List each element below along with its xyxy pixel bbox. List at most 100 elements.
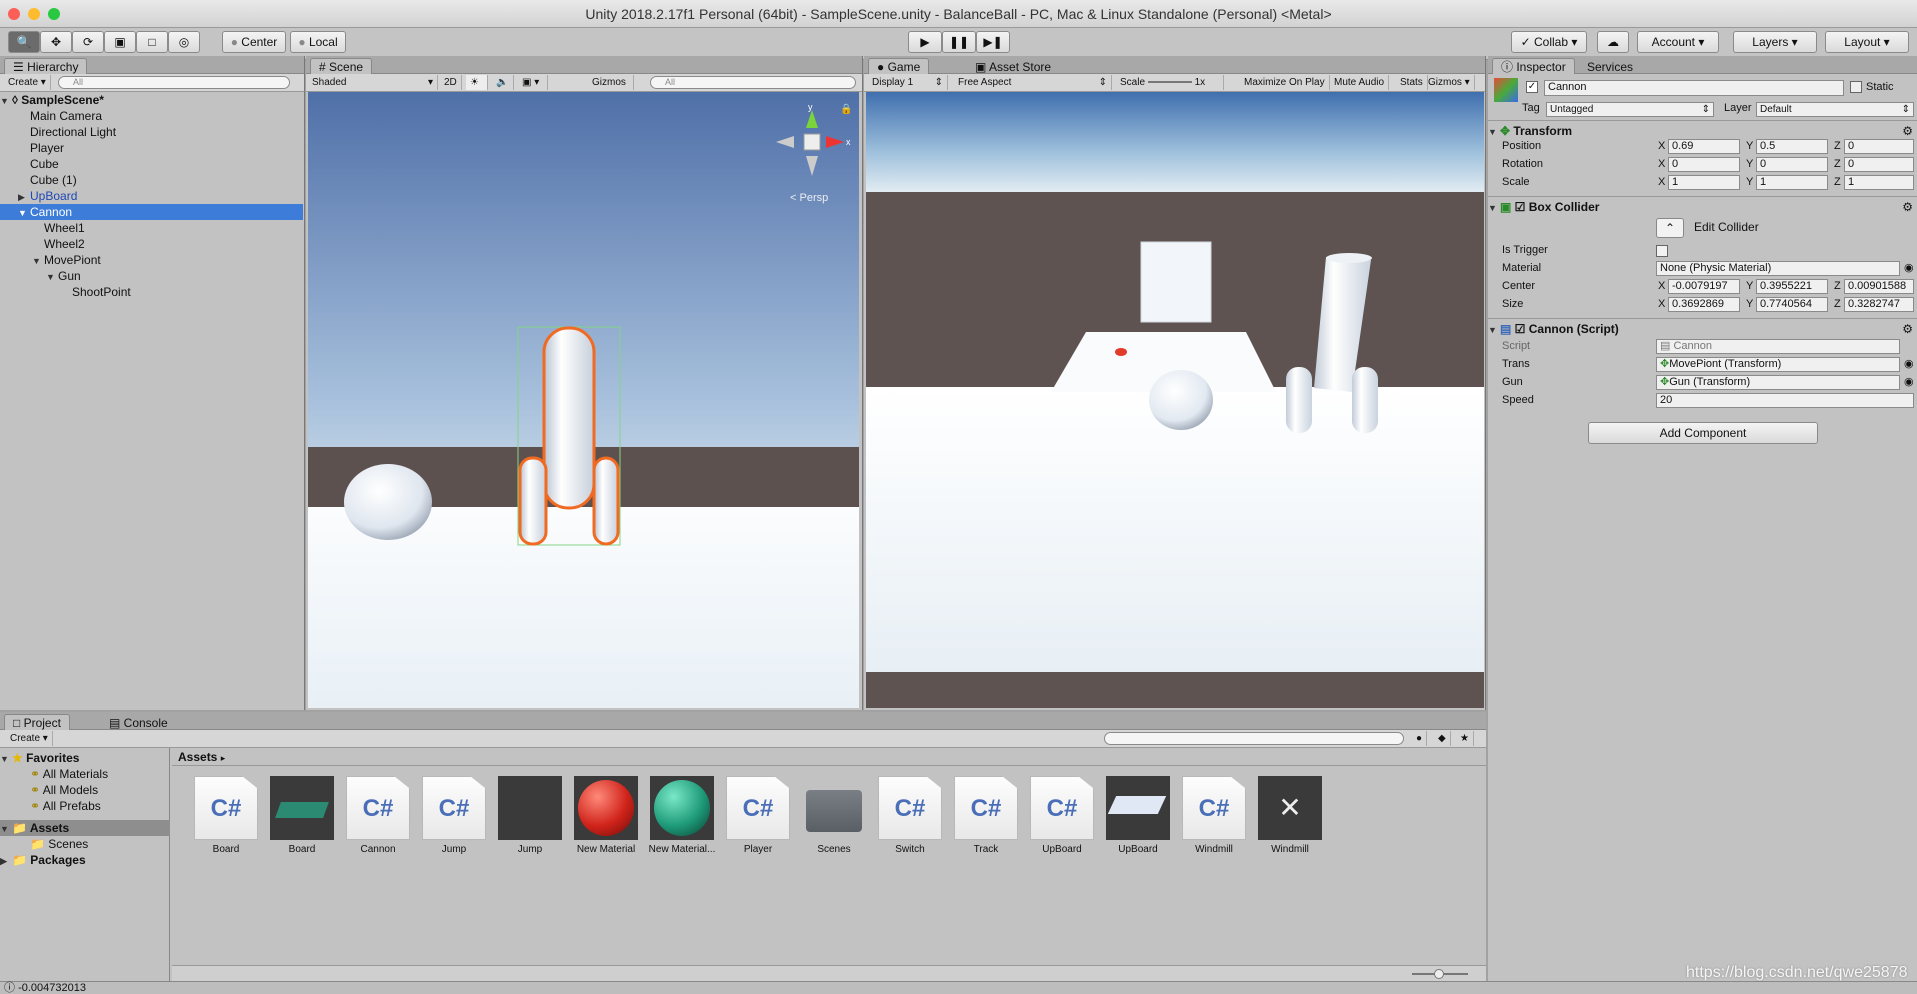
hand-tool-button[interactable]: 🔍 bbox=[8, 31, 40, 53]
asset-upboard-prefab[interactable]: UpBoard bbox=[1092, 774, 1170, 864]
scene-gizmos-dropdown[interactable]: Gizmos ▾ bbox=[588, 75, 634, 103]
filter-label-button[interactable]: ◆ bbox=[1434, 731, 1451, 746]
scene-viewport[interactable]: y x < Persp 🔒 bbox=[308, 92, 859, 708]
zoom-slider-thumb[interactable] bbox=[1434, 969, 1444, 979]
asset-upboard-script[interactable]: C# UpBoard bbox=[1016, 774, 1094, 864]
asset-player-script[interactable]: C# Player bbox=[712, 774, 790, 864]
maximize-window-button[interactable] bbox=[48, 8, 60, 20]
scale-y-field[interactable]: 1 bbox=[1756, 175, 1828, 190]
tree-assets[interactable]: ▼ 📁 Assets bbox=[0, 820, 170, 836]
display-dropdown[interactable]: Display 1 ⇕ bbox=[868, 75, 948, 90]
scene-root-row[interactable]: ▼ ◊ SampleScene* bbox=[0, 92, 303, 108]
tree-all-materials[interactable]: ⚭ All Materials bbox=[0, 766, 170, 782]
position-z-field[interactable]: 0 bbox=[1844, 139, 1914, 154]
rotation-x-field[interactable]: 0 bbox=[1668, 157, 1740, 172]
close-window-button[interactable] bbox=[8, 8, 20, 20]
tab-console[interactable]: ▤ Console bbox=[100, 714, 177, 730]
add-component-button[interactable]: Add Component bbox=[1588, 422, 1818, 444]
tree-all-prefabs[interactable]: ⚭ All Prefabs bbox=[0, 798, 170, 814]
effects-dropdown[interactable]: ▣ ▾ bbox=[518, 75, 548, 90]
gun-field[interactable]: ✥Gun (Transform) bbox=[1656, 375, 1900, 390]
project-create-dropdown[interactable]: Create ▾ bbox=[6, 731, 53, 746]
mute-audio-toggle[interactable]: Mute Audio bbox=[1330, 75, 1390, 90]
tree-scenes[interactable]: 📁 Scenes bbox=[0, 836, 170, 852]
tree-packages[interactable]: ▶ 📁 Packages bbox=[0, 852, 170, 868]
layer-dropdown[interactable]: Default ⇕ bbox=[1756, 102, 1914, 117]
hierarchy-item-wheel2[interactable]: Wheel2 bbox=[0, 236, 303, 252]
tab-game[interactable]: ● Game bbox=[868, 58, 930, 74]
asset-new-material[interactable]: New Material bbox=[560, 774, 638, 864]
box-collider-enabled-checkbox[interactable]: ☑ bbox=[1515, 200, 1529, 214]
size-y-field[interactable]: 0.7740564 bbox=[1756, 297, 1828, 312]
object-picker-icon[interactable]: ◉ bbox=[1904, 374, 1914, 391]
lighting-toggle[interactable]: ☀ bbox=[466, 75, 488, 90]
scale-tool-button[interactable]: ▣ bbox=[104, 31, 136, 53]
object-picker-icon[interactable]: ◉ bbox=[1904, 356, 1914, 373]
collab-dropdown[interactable]: ✓ Collab ▾ bbox=[1511, 31, 1587, 53]
asset-jump-prefab[interactable]: Jump bbox=[484, 774, 562, 864]
minimize-window-button[interactable] bbox=[28, 8, 40, 20]
tab-project[interactable]: □ Project bbox=[4, 714, 70, 730]
tab-inspector[interactable]: ⓘ Inspector bbox=[1492, 58, 1575, 74]
asset-board-prefab[interactable]: Board bbox=[256, 774, 334, 864]
transform-header[interactable]: ▼ ✥ Transform ⚙ bbox=[1488, 120, 1917, 140]
aspect-dropdown[interactable]: Free Aspect ⇕ bbox=[954, 75, 1112, 90]
hierarchy-item-gun[interactable]: ▼ Gun bbox=[0, 268, 303, 284]
scale-slider[interactable]: Scale 1x bbox=[1116, 75, 1224, 90]
hierarchy-item-shootpoint[interactable]: ShootPoint bbox=[0, 284, 303, 300]
persp-label[interactable]: < Persp bbox=[790, 192, 828, 204]
lock-icon[interactable]: 🔒 bbox=[840, 104, 852, 115]
trans-field[interactable]: ✥MovePiont (Transform) bbox=[1656, 357, 1900, 372]
hierarchy-item-cube[interactable]: Cube bbox=[0, 156, 303, 172]
size-z-field[interactable]: 0.3282747 bbox=[1844, 297, 1914, 312]
tree-all-models[interactable]: ⚭ All Models bbox=[0, 782, 170, 798]
hierarchy-item-cannon[interactable]: ▼ Cannon bbox=[0, 204, 303, 220]
is-trigger-checkbox[interactable] bbox=[1656, 245, 1668, 257]
rotation-y-field[interactable]: 0 bbox=[1756, 157, 1828, 172]
material-field[interactable]: None (Physic Material) bbox=[1656, 261, 1900, 276]
audio-toggle[interactable]: 🔈 bbox=[492, 75, 514, 90]
asset-windmill-prefab[interactable]: ✕ Windmill bbox=[1244, 774, 1322, 864]
hierarchy-item-main-camera[interactable]: Main Camera bbox=[0, 108, 303, 124]
rotation-z-field[interactable]: 0 bbox=[1844, 157, 1914, 172]
asset-switch-script[interactable]: C# Switch bbox=[864, 774, 942, 864]
scene-search-input[interactable]: All bbox=[650, 76, 856, 89]
asset-track-script[interactable]: C# Track bbox=[940, 774, 1018, 864]
gameobject-name-input[interactable]: Cannon bbox=[1544, 80, 1844, 96]
tab-scene[interactable]: # Scene bbox=[310, 58, 373, 74]
transform-tool-button[interactable]: ◎ bbox=[168, 31, 200, 53]
rotate-tool-button[interactable]: ⟳ bbox=[72, 31, 104, 53]
edit-collider-button[interactable]: ⌃ bbox=[1656, 218, 1684, 238]
object-picker-icon[interactable]: ◉ bbox=[1904, 260, 1914, 277]
asset-windmill-script[interactable]: C# Windmill bbox=[1168, 774, 1246, 864]
assets-breadcrumb[interactable]: Assets ▸ bbox=[172, 748, 1486, 766]
play-button[interactable]: ▶ bbox=[908, 31, 942, 53]
maximize-on-play-toggle[interactable]: Maximize On Play bbox=[1240, 75, 1330, 90]
tab-asset-store[interactable]: ▣ Asset Store bbox=[966, 58, 1060, 74]
hierarchy-item-directional-light[interactable]: Directional Light bbox=[0, 124, 303, 140]
layout-dropdown[interactable]: Layout ▾ bbox=[1825, 31, 1909, 53]
asset-board-script[interactable]: C# Board bbox=[180, 774, 258, 864]
scale-z-field[interactable]: 1 bbox=[1844, 175, 1914, 190]
toggle-2d-button[interactable]: 2D bbox=[440, 75, 462, 90]
hierarchy-item-cube-1[interactable]: Cube (1) bbox=[0, 172, 303, 188]
component-settings-icon[interactable]: ⚙ bbox=[1902, 319, 1913, 339]
pivot-local-toggle[interactable]: ● Local bbox=[290, 31, 346, 53]
hierarchy-create-dropdown[interactable]: Create ▾ bbox=[4, 75, 51, 90]
favorite-button[interactable]: ★ bbox=[1456, 731, 1474, 746]
center-x-field[interactable]: -0.0079197 bbox=[1668, 279, 1740, 294]
hierarchy-item-upboard[interactable]: ▶ UpBoard bbox=[0, 188, 303, 204]
filter-type-button[interactable]: ● bbox=[1412, 731, 1428, 746]
cannon-script-header[interactable]: ▼ ▤ ☑ Cannon (Script) ⚙ bbox=[1488, 318, 1917, 338]
position-x-field[interactable]: 0.69 bbox=[1668, 139, 1740, 154]
asset-new-material-2[interactable]: New Material... bbox=[636, 774, 715, 864]
game-viewport[interactable] bbox=[866, 92, 1484, 708]
asset-cannon-script[interactable]: C# Cannon bbox=[332, 774, 410, 864]
box-collider-header[interactable]: ▼ ▣ ☑ Box Collider ⚙ bbox=[1488, 196, 1917, 216]
static-checkbox[interactable] bbox=[1850, 81, 1862, 93]
hierarchy-search-input[interactable]: All bbox=[58, 76, 290, 89]
step-button[interactable]: ▶❚ bbox=[976, 31, 1010, 53]
component-settings-icon[interactable]: ⚙ bbox=[1902, 121, 1913, 141]
hierarchy-item-movepiont[interactable]: ▼ MovePiont bbox=[0, 252, 303, 268]
speed-field[interactable]: 20 bbox=[1656, 393, 1914, 408]
